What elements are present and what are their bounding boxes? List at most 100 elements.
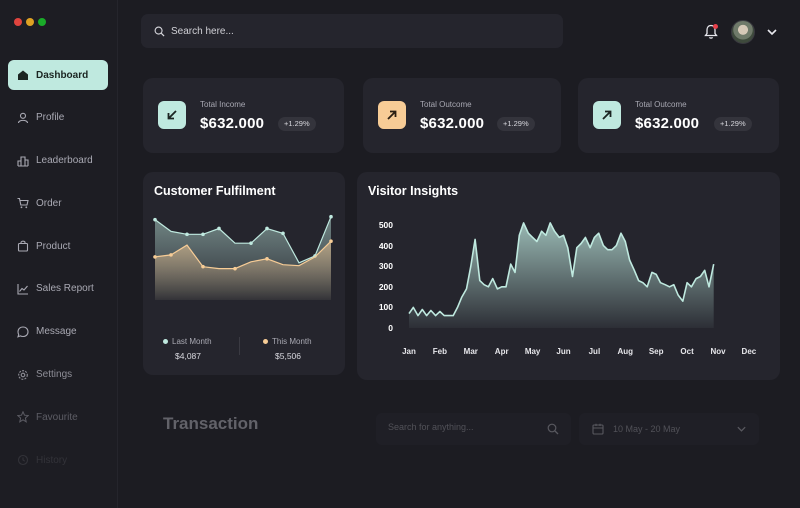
- y-tick-label: 500: [378, 220, 393, 230]
- dashboard-app: Dashboard Profile Leaderboard Order Prod…: [0, 0, 800, 508]
- x-tick-label: Sep: [648, 347, 664, 356]
- sidebar-item-label: Leaderboard: [36, 155, 93, 167]
- x-tick-label: Jul: [588, 347, 601, 356]
- bar-chart-icon: [17, 155, 29, 167]
- sidebar-item-label: Product: [36, 240, 71, 252]
- data-point: [185, 232, 189, 237]
- transaction-search-input[interactable]: [388, 422, 538, 432]
- sidebar-item-label: Sales Report: [36, 283, 94, 295]
- data-point: [201, 264, 205, 269]
- stat-value: $632.000: [420, 115, 485, 132]
- minimize-window-dot[interactable]: [26, 18, 34, 26]
- user-icon: [17, 112, 29, 124]
- x-tick-label: Dec: [741, 347, 757, 356]
- stat-icon-box: [158, 101, 186, 129]
- x-tick-label: Mar: [463, 347, 478, 356]
- legend-label: This Month: [272, 337, 312, 346]
- data-point: [169, 253, 173, 257]
- legend-label: Last Month: [172, 337, 212, 346]
- x-tick-label: Apr: [494, 347, 509, 356]
- sidebar-item-label: Profile: [36, 112, 65, 124]
- stat-card-total-outcome-2[interactable]: Total Outcome $632.000 +1.29%: [578, 78, 779, 153]
- stat-card-total-outcome[interactable]: Total Outcome $632.000 +1.29%: [363, 78, 561, 153]
- notification-badge: [713, 24, 718, 29]
- chevron-down-icon: [737, 426, 746, 432]
- history-icon: [17, 454, 29, 466]
- transaction-section: Transaction 10 May - 20 May: [143, 399, 780, 459]
- legend-value: $4,087: [175, 351, 201, 361]
- arrow-down-left-icon: [167, 110, 177, 120]
- customer-fulfilment-card: Customer Fulfilment Last Month $4,087 Th…: [143, 172, 345, 375]
- y-tick-label: 100: [378, 302, 393, 313]
- visitor-insights-card: Visitor Insights 500 400 300 200 100 0 Jan Feb M…: [357, 172, 780, 380]
- sidebar-item-favourite[interactable]: Favourite: [8, 402, 108, 432]
- x-tick-label: Feb: [432, 347, 447, 356]
- stat-change-badge: +1.29%: [278, 117, 316, 131]
- sidebar-item-order[interactable]: Order: [8, 188, 108, 218]
- date-range-value: 10 May - 20 May: [613, 424, 681, 434]
- customer-fulfilment-chart: [153, 214, 333, 300]
- stat-label: Total Income: [200, 100, 246, 109]
- sidebar-item-leaderboard[interactable]: Leaderboard: [8, 146, 108, 176]
- avatar[interactable]: [731, 20, 755, 44]
- y-tick-label: 0: [388, 323, 393, 333]
- maximize-window-dot[interactable]: [38, 18, 46, 26]
- data-point: [201, 232, 205, 237]
- sidebar-item-label: Dashboard: [36, 69, 89, 81]
- data-point: [265, 226, 269, 231]
- calendar-icon: [592, 423, 604, 435]
- date-range-picker[interactable]: 10 May - 20 May: [579, 413, 759, 445]
- stat-card-total-income[interactable]: Total Income $632.000 +1.29%: [143, 78, 344, 153]
- y-tick-label: 300: [378, 261, 393, 272]
- sidebar-item-sales-report[interactable]: Sales Report: [8, 274, 108, 304]
- sidebar-item-label: Settings: [36, 369, 73, 381]
- stat-label: Total Outcome: [420, 100, 472, 109]
- star-icon: [17, 411, 29, 424]
- data-point: [329, 239, 333, 243]
- x-tick-label: Aug: [617, 347, 634, 356]
- gear-icon: [17, 369, 29, 381]
- transaction-search[interactable]: [376, 413, 571, 445]
- cart-icon: [17, 197, 29, 209]
- bag-icon: [17, 240, 29, 252]
- sidebar-item-dashboard[interactable]: Dashboard: [8, 60, 108, 90]
- close-window-dot[interactable]: [14, 18, 22, 26]
- data-point: [153, 255, 157, 259]
- legend-last-month: Last Month: [163, 337, 212, 346]
- message-icon: [17, 326, 29, 338]
- stat-value: $632.000: [200, 115, 265, 132]
- search-bar[interactable]: [141, 14, 563, 48]
- data-point: [265, 257, 269, 261]
- stat-value: $632.000: [635, 115, 700, 132]
- stat-icon-box: [378, 101, 406, 129]
- sidebar: Dashboard Profile Leaderboard Order Prod…: [0, 0, 118, 508]
- sidebar-item-label: Message: [36, 326, 77, 338]
- search-input[interactable]: [171, 25, 531, 37]
- stat-change-badge: +1.29%: [714, 117, 752, 131]
- arrow-up-right-icon: [602, 110, 612, 120]
- search-icon: [547, 423, 559, 435]
- data-point: [153, 217, 157, 222]
- arrow-up-right-icon: [387, 110, 397, 120]
- legend-dot: [163, 339, 168, 344]
- sidebar-item-settings[interactable]: Settings: [8, 360, 108, 390]
- sidebar-item-product[interactable]: Product: [8, 231, 108, 261]
- line-chart-icon: [17, 283, 29, 295]
- sidebar-item-message[interactable]: Message: [8, 317, 108, 347]
- data-point: [249, 241, 253, 245]
- sidebar-item-label: History: [36, 454, 68, 466]
- sidebar-nav: Dashboard Profile Leaderboard Order Prod…: [8, 60, 108, 488]
- x-tick-label: Jan: [402, 347, 416, 356]
- data-point: [329, 214, 333, 219]
- legend-dot: [263, 339, 268, 344]
- sidebar-item-profile[interactable]: Profile: [8, 103, 108, 133]
- x-tick-label: May: [524, 347, 541, 356]
- chevron-down-icon[interactable]: [766, 27, 778, 37]
- sidebar-item-history[interactable]: History: [8, 445, 108, 475]
- stat-change-badge: +1.29%: [497, 117, 535, 131]
- data-point: [217, 226, 221, 231]
- y-tick-label: 200: [378, 281, 393, 292]
- transaction-title: Transaction: [163, 414, 259, 433]
- legend-value: $5,506: [275, 351, 301, 361]
- legend-this-month: This Month: [263, 337, 312, 346]
